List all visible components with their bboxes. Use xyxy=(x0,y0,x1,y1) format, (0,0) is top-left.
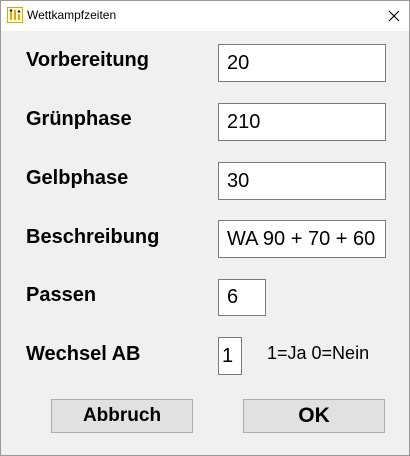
passen-label: Passen xyxy=(26,284,97,306)
wechsel-ab-hint: 1=Ja 0=Nein xyxy=(267,343,370,363)
cancel-button[interactable]: Abbruch xyxy=(51,399,193,433)
beschreibung-label: Beschreibung xyxy=(26,226,160,248)
gruenphase-input[interactable] xyxy=(218,103,386,141)
passen-input[interactable] xyxy=(218,279,266,316)
close-icon xyxy=(388,10,400,22)
vorbereitung-label: Vorbereitung xyxy=(26,49,149,71)
gelbphase-label: Gelbphase xyxy=(26,167,129,189)
dialog-window: Wettkampfzeiten Vorbereitung Grünphase G… xyxy=(0,0,410,456)
wechsel-ab-input[interactable] xyxy=(218,337,242,375)
close-button[interactable] xyxy=(379,1,409,31)
ok-button[interactable]: OK xyxy=(243,399,385,433)
wechsel-ab-label: Wechsel AB xyxy=(26,343,141,365)
gruenphase-label: Grünphase xyxy=(26,108,132,130)
window-title: Wettkampfzeiten xyxy=(27,8,117,22)
app-icon xyxy=(7,7,23,23)
beschreibung-input[interactable] xyxy=(218,220,386,258)
title-bar: Wettkampfzeiten xyxy=(1,1,409,31)
vorbereitung-input[interactable] xyxy=(218,44,386,82)
gelbphase-input[interactable] xyxy=(218,162,386,200)
